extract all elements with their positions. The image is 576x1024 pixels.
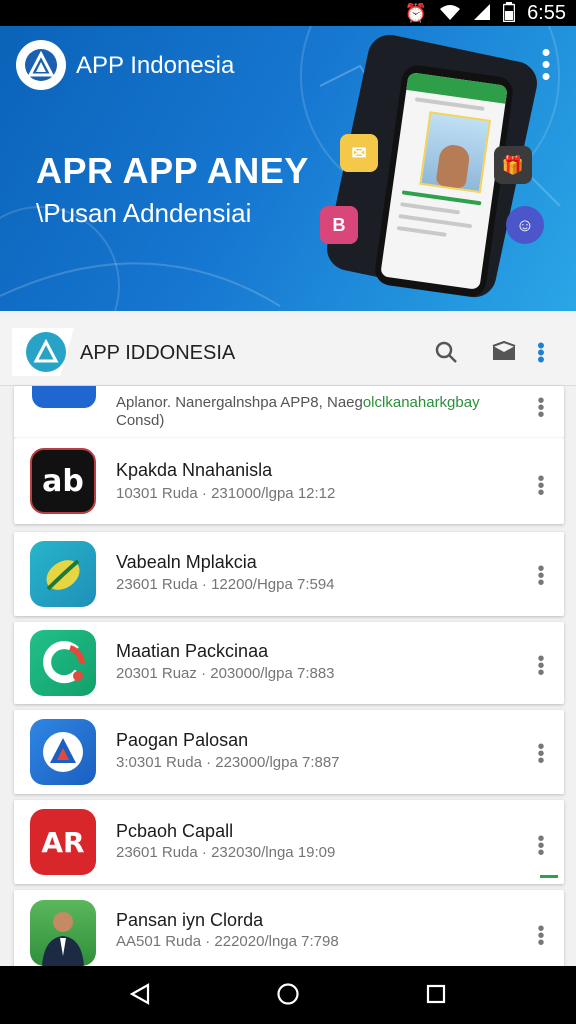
app-meta: 20301 Ruaz · 203000/lgpa 7:883 xyxy=(116,665,335,682)
ar-logo-icon: AR xyxy=(30,809,96,875)
app-title: Maatian Packcinaa xyxy=(116,641,269,661)
ab-logo-icon: ab xyxy=(30,448,96,514)
status-time: 6:55 xyxy=(527,1,566,24)
search-icon[interactable] xyxy=(432,338,460,366)
person-photo xyxy=(419,111,491,194)
smile-tile-icon: ☺ xyxy=(506,206,544,244)
system-nav-bar xyxy=(0,966,576,1024)
svg-text:AR: AR xyxy=(41,826,84,859)
triangle-logo-icon xyxy=(30,719,96,785)
hero-banner[interactable]: APP Indonesia • • • APR APP ANEY \Pusan Ad… xyxy=(0,26,576,311)
home-icon[interactable] xyxy=(276,982,302,1008)
list-item[interactable]: Pansan iyn Clorda AA501 Ruda · 222020/ln… xyxy=(14,890,564,970)
person-head xyxy=(435,143,471,190)
list-item[interactable]: AR Pcbaoh Capall 23601 Ruda · 232030/lng… xyxy=(14,800,564,884)
accent-underline xyxy=(540,875,558,878)
chat-tile-icon: ✉ xyxy=(340,134,378,172)
recents-icon[interactable] xyxy=(424,982,450,1008)
app-meta: 10301 Ruda · 231000/lgpa 12:12 xyxy=(116,485,336,502)
app-meta: 23601 Ruda · 12200/Hgpa 7:594 xyxy=(116,576,335,593)
app-bar-title: APP IDDONESIA xyxy=(80,342,236,364)
item-overflow-icon[interactable]: • • • xyxy=(534,391,548,425)
partial-app-icon xyxy=(32,386,96,412)
app-title: Kpakda Nnahanisla xyxy=(116,460,273,480)
list-item[interactable]: ab Kpakda Nnahanisla 10301 Ruda · 231000… xyxy=(14,438,564,524)
item-overflow-icon[interactable]: • • • xyxy=(534,559,548,593)
item-overflow-icon[interactable]: • • • xyxy=(534,469,548,503)
phone-line xyxy=(398,214,473,229)
app-title: Paogan Palosan xyxy=(116,730,249,750)
alarm-icon: ⏰ xyxy=(404,3,428,23)
portrait-icon xyxy=(30,900,96,966)
hero-subheadline: \Pusan Adndensiai xyxy=(36,198,252,228)
hook-logo-icon xyxy=(30,630,96,696)
hero-app-name: APP Indonesia xyxy=(76,52,235,79)
app-meta: 23601 Ruda · 232030/lnga 19:09 xyxy=(116,844,336,861)
list-item[interactable]: Maatian Packcinaa 20301 Ruaz · 203000/lg… xyxy=(14,622,564,704)
svg-text:ab: ab xyxy=(42,464,84,499)
app-bar: APP IDDONESIA • • • xyxy=(0,316,576,386)
app-logo[interactable] xyxy=(16,40,66,90)
battery-icon xyxy=(502,1,516,25)
inbox-icon[interactable] xyxy=(490,338,518,366)
app-title: Pansan iyn Clorda xyxy=(116,910,264,930)
triangle-logo-icon xyxy=(33,339,59,363)
overflow-menu-icon[interactable]: • • • xyxy=(536,39,556,89)
list-item[interactable]: Paogan Palosan 3:0301 Ruda · 223000/lgpa… xyxy=(14,710,564,794)
app-meta: 3:0301 Ruda · 223000/lgpa 7:887 xyxy=(116,754,340,771)
phone-line xyxy=(400,202,461,215)
status-bar: ⏰ 6:55 xyxy=(0,0,576,26)
phone-screen xyxy=(380,72,508,290)
app-title: Vabealn Mplakcia xyxy=(116,552,257,572)
item-overflow-icon[interactable]: • • • xyxy=(534,737,548,771)
item-overflow-icon[interactable]: • • • xyxy=(534,649,548,683)
wifi-icon xyxy=(439,3,461,24)
item-overflow-icon[interactable]: • • • xyxy=(534,919,548,953)
item-overflow-icon[interactable]: • • • xyxy=(534,829,548,863)
triangle-logo-icon xyxy=(25,49,57,81)
gift-tile-icon: 🎁 xyxy=(494,146,532,184)
list-item[interactable]: Vabealn Mplakcia 23601 Ruda · 12200/Hgpa… xyxy=(14,532,564,616)
app-bar-logo[interactable] xyxy=(26,332,66,372)
list-item[interactable]: Aplanor. Nanergalnshpa APP8, Naegolclkan… xyxy=(14,386,564,438)
overflow-menu-icon[interactable]: • • • xyxy=(534,334,548,370)
phone-line xyxy=(396,225,447,237)
hero-headline: APR APP ANEY xyxy=(36,150,309,191)
leaf-logo-icon xyxy=(30,541,96,607)
b-tile-icon: B xyxy=(320,206,358,244)
signal-icon xyxy=(473,3,491,24)
app-meta: AA501 Ruda · 222020/lnga 7:798 xyxy=(116,933,339,950)
back-icon[interactable] xyxy=(128,982,154,1008)
list-item-description: Aplanor. Nanergalnshpa APP8, Naegolclkan… xyxy=(116,394,480,429)
app-title: Pcbaoh Capall xyxy=(116,821,234,841)
